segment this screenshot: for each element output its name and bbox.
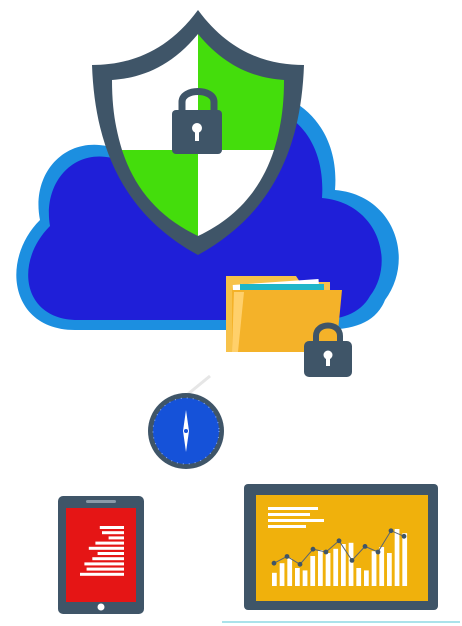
laptop-bar <box>295 568 300 586</box>
tablet-bar <box>80 572 124 576</box>
laptop-bar <box>394 529 400 586</box>
tablet-bar <box>88 546 124 550</box>
laptop-bar <box>402 533 408 586</box>
tablet-bar <box>102 531 124 535</box>
folder-icon <box>226 276 352 377</box>
laptop-trend-point <box>297 561 303 567</box>
laptop-bar <box>325 553 331 586</box>
laptop-trend-point <box>310 546 316 552</box>
laptop-bar <box>302 570 308 586</box>
laptop-bar <box>279 563 285 586</box>
laptop-bar <box>310 556 316 586</box>
tablet-bar <box>99 526 124 529</box>
laptop-bar <box>318 550 323 586</box>
laptop-bar <box>287 558 293 586</box>
tablet-bar <box>84 562 124 566</box>
laptop-trend-point <box>375 549 381 555</box>
tablet-bar <box>108 536 124 540</box>
laptop-trend-point <box>284 554 290 559</box>
laptop-trend-point <box>271 560 277 566</box>
compass-icon <box>148 374 224 469</box>
laptop-bar <box>333 548 339 586</box>
laptop-bar <box>371 551 377 586</box>
laptop-bar <box>348 542 354 586</box>
laptop-trend-point <box>362 544 368 549</box>
laptop-trend-point <box>349 558 355 563</box>
laptop-bar <box>387 553 392 586</box>
tablet-bar <box>95 541 124 545</box>
laptop-trend-point <box>323 549 329 555</box>
laptop-bar <box>272 572 277 586</box>
cloud-security-illustration <box>16 10 460 623</box>
laptop-bar <box>364 570 369 586</box>
tablet-bar <box>97 552 124 555</box>
tablet-icon <box>58 496 144 614</box>
laptop-bar <box>356 568 362 586</box>
laptop-trend-point <box>401 533 407 539</box>
laptop-trend-point <box>388 528 394 534</box>
tablet-bar <box>92 557 124 561</box>
tablet-bar <box>86 567 124 571</box>
laptop-chart-icon <box>222 484 460 623</box>
laptop-trend-point <box>336 538 342 544</box>
